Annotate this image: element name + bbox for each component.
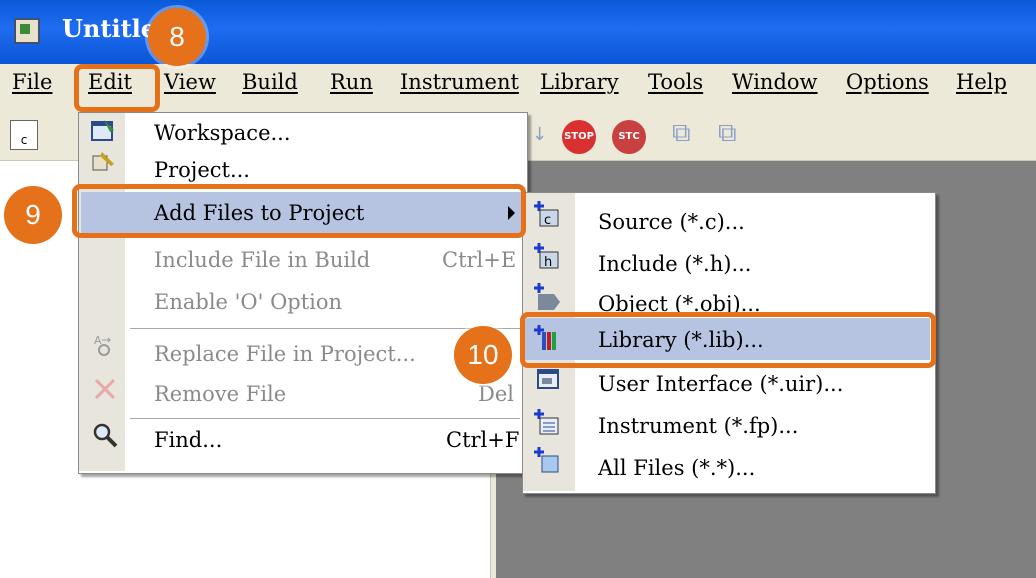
shortcut-del: Del (478, 382, 514, 406)
menu-help[interactable]: Help (956, 70, 1007, 94)
menu-library[interactable]: Library (540, 70, 619, 94)
menu-item-find[interactable]: Find... (154, 428, 222, 452)
callout-edit-menu (74, 64, 160, 112)
menu-file[interactable]: File (12, 70, 52, 94)
menu-build[interactable]: Build (242, 70, 298, 94)
callout-add-files (72, 184, 526, 238)
step-badge-8: 8 (148, 8, 206, 66)
submenu-item-include[interactable]: Include (*.h)... (598, 252, 751, 276)
menu-item-project[interactable]: Project... (154, 158, 250, 182)
find-icon (93, 423, 118, 448)
svg-text:c: c (544, 213, 551, 228)
all-files-icon (534, 447, 559, 473)
workspace-icon (91, 120, 114, 141)
menu-separator (130, 418, 520, 419)
next-tag-icon[interactable]: ⧉ (718, 118, 737, 149)
object-file-icon (534, 283, 560, 310)
step-badge-10: 10 (454, 326, 512, 384)
replace-file-icon: A (94, 334, 112, 356)
callout-library (520, 312, 936, 368)
include-file-icon: h (534, 243, 559, 270)
app-icon[interactable] (14, 18, 40, 44)
submenu-item-user-interface[interactable]: User Interface (*.uir)... (598, 372, 843, 396)
svg-text:h: h (544, 255, 552, 270)
menu-item-include-file[interactable]: Include File in Build (154, 248, 370, 272)
submenu-item-source[interactable]: Source (*.c)... (598, 210, 745, 234)
menu-instrument[interactable]: Instrument (400, 70, 519, 94)
menu-item-workspace[interactable]: Workspace... (154, 121, 291, 145)
submenu-item-instrument[interactable]: Instrument (*.fp)... (598, 414, 798, 438)
menu-separator (130, 328, 520, 329)
window-title: Untitle (62, 14, 157, 43)
menu-view[interactable]: View (164, 70, 216, 94)
arrow-down-icon[interactable]: ↓ (532, 124, 547, 145)
stop-icon[interactable]: STOP (562, 120, 596, 154)
shortcut-ctrl-f: Ctrl+F (446, 428, 520, 452)
menu-item-remove-file[interactable]: Remove File (154, 382, 286, 406)
menu-window[interactable]: Window (732, 70, 818, 94)
step-badge-9: 9 (4, 186, 62, 244)
shortcut-ctrl-e: Ctrl+E (442, 248, 517, 272)
menu-run[interactable]: Run (330, 70, 373, 94)
menu-item-enable-o-option[interactable]: Enable 'O' Option (154, 290, 342, 314)
toggle-tags-icon[interactable]: ⧉ (672, 118, 691, 149)
new-c-file-icon[interactable]: c (10, 120, 38, 150)
instrument-file-icon (534, 409, 559, 435)
menu-item-replace-file[interactable]: Replace File in Project... (154, 342, 416, 366)
submenu-item-all-files[interactable]: All Files (*.*)... (598, 456, 755, 480)
menu-options[interactable]: Options (846, 70, 929, 94)
menu-tools[interactable]: Tools (648, 70, 703, 94)
remove-file-icon (94, 378, 116, 400)
stop-execution-icon[interactable]: STC (612, 120, 646, 154)
source-file-icon: c (534, 201, 559, 228)
user-interface-file-icon (537, 369, 559, 389)
project-icon (92, 152, 114, 171)
